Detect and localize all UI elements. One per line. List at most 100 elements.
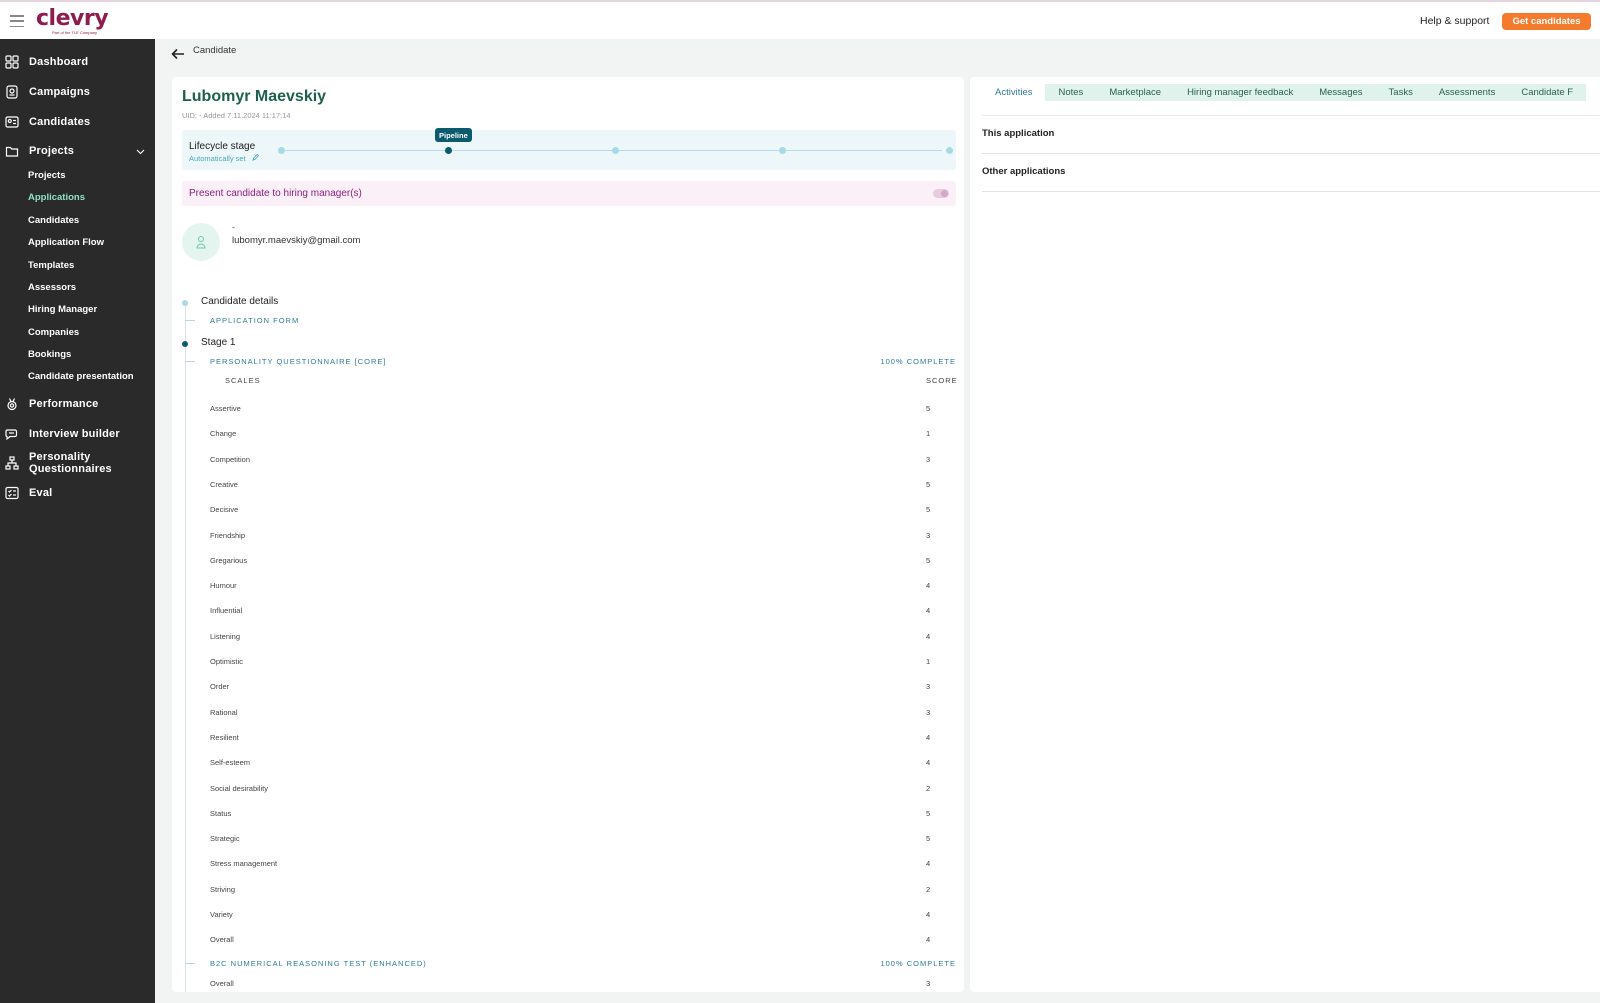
lifecycle-title: Lifecycle stage xyxy=(189,141,256,152)
scale-name: Resilient xyxy=(210,733,239,742)
timeline-branch xyxy=(185,963,195,964)
sidebar-item-performance[interactable]: Performance xyxy=(0,393,155,415)
breadcrumb: Candidate xyxy=(193,45,237,56)
scale-name: Status xyxy=(210,809,232,818)
sidebar-item-campaigns[interactable]: Campaigns xyxy=(0,81,155,103)
sidebar-sub-hiring-manager[interactable]: Hiring Manager xyxy=(28,304,97,315)
scale-score: 2 xyxy=(926,885,931,894)
sidebar: Dashboard Campaigns Candidates Projects … xyxy=(0,39,155,1003)
scale-score: 4 xyxy=(926,859,931,868)
sidebar-sub-candidate-presentation[interactable]: Candidate presentation xyxy=(28,371,134,382)
logo[interactable]: clevry xyxy=(36,6,109,31)
get-candidates-button[interactable]: Get candidates xyxy=(1502,13,1591,30)
lifecycle-step[interactable] xyxy=(612,147,619,154)
candidate-meta: UID: - Added 7.11.2024 11:17:14 xyxy=(182,111,291,120)
tab-notes[interactable]: Notes xyxy=(1045,84,1097,101)
sidebar-item-projects[interactable]: Projects xyxy=(0,140,155,162)
scale-name: Competition xyxy=(210,455,251,464)
id-card-icon xyxy=(5,115,19,129)
scale-name: Decisive xyxy=(210,505,239,514)
sidebar-item-candidates[interactable]: Candidates xyxy=(0,111,155,133)
scale-score: 5 xyxy=(926,404,931,413)
scale-name: Strategic xyxy=(210,834,240,843)
scale-score: 5 xyxy=(926,809,931,818)
sidebar-sub-applications[interactable]: Applications xyxy=(28,192,85,203)
chevron-down-icon[interactable] xyxy=(136,146,145,158)
lifecycle-subtitle[interactable]: Automatically set xyxy=(189,153,259,163)
scale-score: 5 xyxy=(926,556,931,565)
tab-messages[interactable]: Messages xyxy=(1306,84,1376,101)
scale-score: 3 xyxy=(926,455,931,464)
scales-header: SCALES xyxy=(225,376,261,385)
lifecycle-step[interactable] xyxy=(278,147,285,154)
scale-score: 4 xyxy=(926,910,931,919)
nr-scale-name: Overall xyxy=(210,979,234,988)
tab-candidate-f[interactable]: Candidate F xyxy=(1508,84,1587,101)
scale-score: 5 xyxy=(926,505,931,514)
personality-questionnaire-title[interactable]: PERSONALITY QUESTIONNAIRE [CORE] xyxy=(210,357,386,366)
help-support-link[interactable]: Help & support xyxy=(1420,15,1489,27)
sidebar-item-dashboard[interactable]: Dashboard xyxy=(0,51,155,73)
scale-name: Creative xyxy=(210,480,238,489)
nr-status: 100% COMPLETE xyxy=(880,959,956,968)
top-bar: clevry Part of the TLE Company Help & su… xyxy=(0,0,1600,39)
timeline-branch xyxy=(185,320,195,321)
scale-name: Gregarious xyxy=(210,556,248,565)
sidebar-item-label: Personality Questionnaires xyxy=(29,451,112,475)
sidebar-sub-assessors[interactable]: Assessors xyxy=(28,282,76,293)
sidebar-sub-projects[interactable]: Projects xyxy=(28,170,66,181)
timeline-dot xyxy=(182,300,188,306)
this-application-section[interactable]: This application xyxy=(982,128,1054,139)
sidebar-sub-application-flow[interactable]: Application Flow xyxy=(28,237,104,248)
section-divider xyxy=(982,191,1600,192)
scale-score: 5 xyxy=(926,480,931,489)
sidebar-sub-candidates[interactable]: Candidates xyxy=(28,215,79,226)
scale-name: Variety xyxy=(210,910,233,919)
back-arrow-icon[interactable] xyxy=(171,47,185,65)
lifecycle-step-active[interactable] xyxy=(445,147,452,154)
scale-score: 3 xyxy=(926,708,931,717)
scale-name: Change xyxy=(210,429,237,438)
contact-name: - xyxy=(232,222,235,232)
scale-name: Assertive xyxy=(210,404,241,413)
scale-name: Rational xyxy=(210,708,238,717)
edit-pencil-icon[interactable] xyxy=(251,153,259,163)
lifecycle-stage-bar: Lifecycle stage Automatically set Pipeli… xyxy=(182,128,956,170)
scale-score: 4 xyxy=(926,733,931,742)
candidate-name: Lubomyr Maevskiy xyxy=(182,88,327,105)
numerical-reasoning-title[interactable]: B2C NUMERICAL REASONING TEST (ENHANCED) xyxy=(210,959,427,968)
sidebar-sub-templates[interactable]: Templates xyxy=(28,260,74,271)
avatar xyxy=(182,223,220,261)
present-toggle[interactable] xyxy=(933,189,949,198)
tab-marketplace[interactable]: Marketplace xyxy=(1096,84,1175,101)
scale-score: 1 xyxy=(926,429,931,438)
sidebar-sub-companies[interactable]: Companies xyxy=(28,327,79,338)
activity-panel: Activities Notes Marketplace Hiring mana… xyxy=(970,77,1600,992)
tab-hiring-manager-feedback[interactable]: Hiring manager feedback xyxy=(1174,84,1307,101)
scale-score: 2 xyxy=(926,784,931,793)
tab-activities[interactable]: Activities xyxy=(982,84,1046,101)
contact-email[interactable]: lubomyr.maevskiy@gmail.com xyxy=(232,235,360,246)
present-label: Present candidate to hiring manager(s) xyxy=(189,188,362,199)
section-divider xyxy=(982,153,1600,154)
folder-icon xyxy=(5,144,19,158)
checklist-icon xyxy=(5,486,19,500)
lifecycle-active-tooltip: Pipeline xyxy=(435,128,472,142)
tab-tasks[interactable]: Tasks xyxy=(1375,84,1426,101)
lifecycle-step[interactable] xyxy=(946,147,953,154)
scale-name: Friendship xyxy=(210,531,246,540)
medal-icon xyxy=(5,397,19,411)
other-applications-section[interactable]: Other applications xyxy=(982,166,1065,177)
sidebar-item-interview-builder[interactable]: Interview builder xyxy=(0,423,155,445)
hamburger-menu-icon[interactable] xyxy=(10,15,24,27)
sidebar-item-eval[interactable]: Eval xyxy=(0,482,155,504)
tab-assessments[interactable]: Assessments xyxy=(1425,84,1509,101)
candidate-card: Lubomyr Maevskiy UID: - Added 7.11.2024 … xyxy=(172,77,964,992)
application-form-link[interactable]: APPLICATION FORM xyxy=(210,316,299,325)
sidebar-item-personality-questionnaires[interactable]: Personality Questionnaires xyxy=(0,450,155,476)
scale-name: Overall xyxy=(210,935,234,944)
score-header: SCORE xyxy=(926,376,958,385)
lifecycle-step[interactable] xyxy=(779,147,786,154)
sidebar-sub-bookings[interactable]: Bookings xyxy=(28,349,71,360)
scale-name: Social desirability xyxy=(210,784,268,793)
